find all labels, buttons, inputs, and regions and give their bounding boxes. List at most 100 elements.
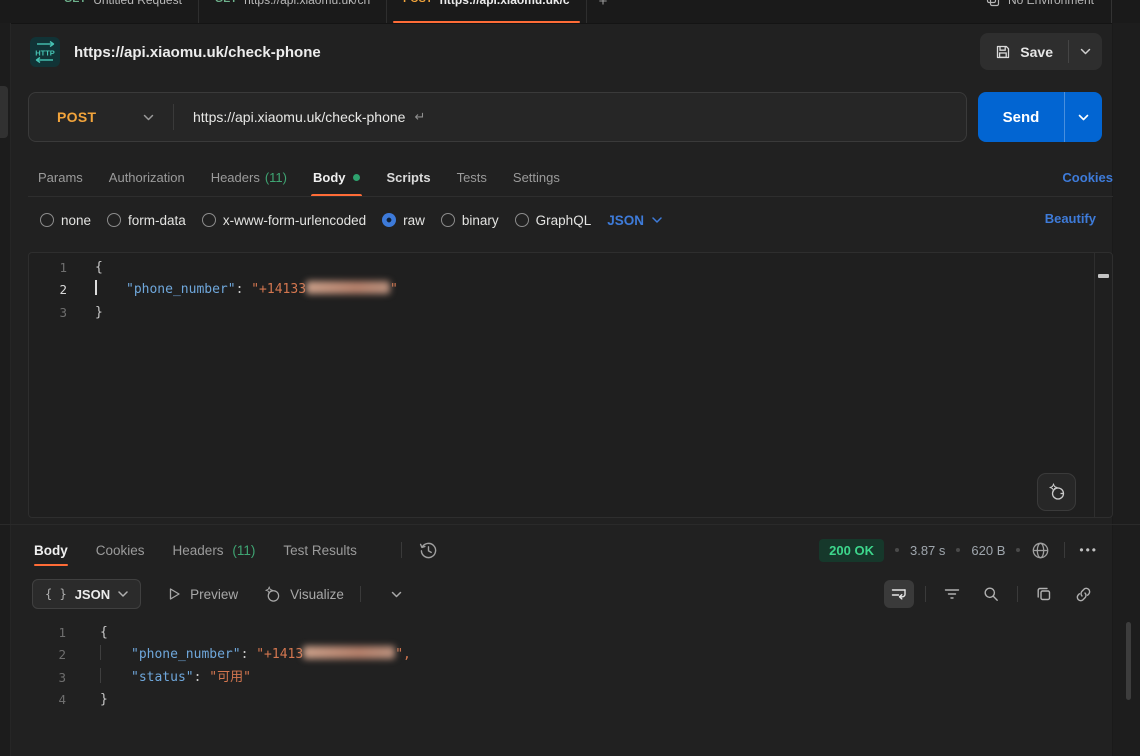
url-bar: POST https://api.xiaomu.uk/check-phone ↵ [28,92,967,142]
play-triangle-icon [167,587,181,601]
chevron-down-icon [652,217,662,223]
text-cursor [95,280,97,295]
radio-circle-icon [202,213,216,227]
radio-binary[interactable]: binary [441,213,499,228]
more-views-button[interactable] [391,591,402,598]
postbot-sparkle-icon [1048,483,1066,501]
radio-graphql[interactable]: GraphQL [515,213,592,228]
headers-count-badge: (11) [265,170,287,185]
chevron-down-icon [143,114,154,121]
tab-settings[interactable]: Settings [513,158,560,196]
divider [1017,586,1018,602]
visualize-button[interactable]: Visualize [264,586,344,603]
body-modified-dot [353,174,360,181]
environment-icon [986,0,1000,7]
status-badge: 200 OK [819,539,884,562]
code-line: 2 "phone_number": "+14133" [29,279,1112,301]
sidebar-expand-handle[interactable] [0,86,8,138]
radio-none[interactable]: none [40,213,91,228]
method-dropdown-button[interactable] [143,114,154,121]
request-tab-3-active[interactable]: POST https://api.xiaomu.uk/c [387,0,586,23]
beautify-link[interactable]: Beautify [1045,211,1096,226]
tab-headers[interactable]: Headers (11) [211,158,287,196]
tab-authorization[interactable]: Authorization [109,158,185,196]
save-options-button[interactable] [1069,33,1102,70]
collapsed-sidebar [0,23,11,756]
environment-selector[interactable]: No Environment [986,0,1094,7]
radio-form-data[interactable]: form-data [107,213,186,228]
response-format-dropdown[interactable]: { } JSON [32,579,141,609]
response-tab-cookies[interactable]: Cookies [96,533,145,568]
radio-circle-icon [40,213,54,227]
radio-circle-icon [441,213,455,227]
response-tab-headers[interactable]: Headers (11) [173,533,256,568]
redacted-phone-blur [306,281,390,294]
search-button[interactable] [976,580,1006,608]
save-button-group: Save [980,33,1102,70]
chevron-down-icon [118,591,128,597]
chevron-down-icon [1080,48,1091,55]
chevron-down-icon [391,591,402,598]
request-tab-1[interactable]: GET Untitled Request [48,0,199,23]
save-button[interactable]: Save [980,33,1068,70]
code-line: 3 } [29,302,1112,324]
response-time: 3.87 s [910,543,945,558]
response-tab-body[interactable]: Body [34,533,68,568]
request-body-editor[interactable]: 1 { 2 "phone_number": "+14133" 3 } [28,252,1113,518]
new-tab-button[interactable]: + [587,0,620,23]
radio-circle-icon [515,213,529,227]
code-line: 4 } [28,689,1113,711]
request-section-tabs: Params Authorization Headers (11) Body S… [28,158,1113,197]
tab-body-active[interactable]: Body [313,158,361,196]
separator-dot [895,548,899,552]
copy-icon [1036,586,1052,602]
method-selector[interactable]: POST [29,109,143,125]
wrap-text-button[interactable] [884,580,914,608]
filter-icon [944,587,960,601]
radio-selected-icon [382,213,396,227]
divider [401,542,402,558]
tab-tests[interactable]: Tests [457,158,487,196]
copy-link-button[interactable] [1068,580,1098,608]
response-tab-test-results[interactable]: Test Results [283,533,357,568]
tab-params[interactable]: Params [38,158,83,196]
http-request-icon: HTTP [30,37,60,67]
copy-button[interactable] [1029,580,1059,608]
send-options-button[interactable] [1065,92,1102,142]
code-line: 1 { [28,622,1113,644]
enter-key-hint: ↵ [414,109,425,125]
code-line: 3 "status": "可用" [28,667,1113,689]
filter-button[interactable] [937,580,967,608]
request-name-title[interactable]: https://api.xiaomu.uk/check-phone [74,44,321,61]
separator-dot [956,548,960,552]
raw-format-dropdown[interactable]: JSON [607,213,662,228]
more-actions-button[interactable]: ••• [1079,543,1098,557]
topbar-divider [1111,0,1112,23]
method-badge: POST [403,0,432,7]
separator-dot [1016,548,1020,552]
send-button[interactable]: Send [978,92,1065,142]
response-history-button[interactable] [418,540,439,561]
radio-x-www-form-urlencoded[interactable]: x-www-form-urlencoded [202,213,366,228]
environment-label: No Environment [1008,0,1094,7]
tab-scripts[interactable]: Scripts [386,158,430,196]
editor-scrollbar-thumb[interactable] [1098,274,1109,278]
network-info-button[interactable] [1031,541,1050,560]
divider [360,586,361,602]
editor-scrollbar-track[interactable] [1094,253,1112,517]
preview-button[interactable]: Preview [167,587,238,602]
indent-guide [100,668,101,683]
postbot-assistant-button[interactable] [1037,473,1076,511]
window-scrollbar-thumb[interactable] [1126,622,1131,700]
divider [1064,542,1065,558]
method-badge: GET [64,0,86,7]
radio-raw-selected[interactable]: raw [382,213,425,228]
url-input[interactable]: https://api.xiaomu.uk/check-phone [193,109,405,125]
response-body-viewer[interactable]: 1 { 2 "phone_number": "+1413", 3 "status… [28,619,1113,756]
request-tab-2[interactable]: GET https://api.xiaomu.uk/ch [199,0,387,23]
response-headers-count-badge: (11) [232,543,255,558]
cookies-link[interactable]: Cookies [1062,158,1113,196]
visualize-sparkle-icon [264,586,281,603]
indent-guide [100,645,101,660]
section-resize-divider[interactable] [0,524,1140,525]
